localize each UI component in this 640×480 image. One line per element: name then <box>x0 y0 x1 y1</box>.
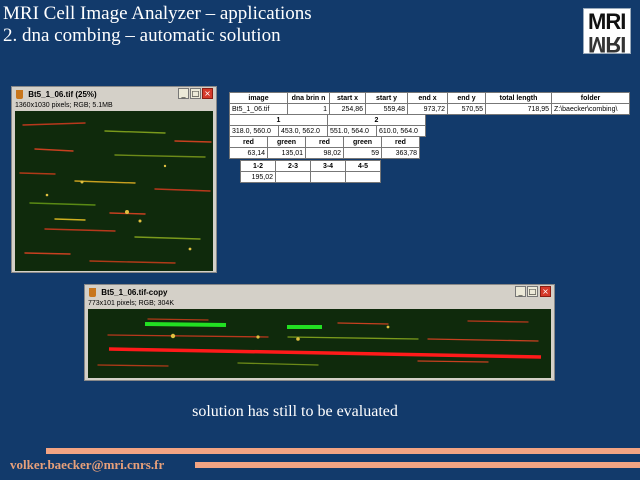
points-table: 1 2 318.0, 560.0 453.0, 562.0 551.0, 564… <box>229 114 426 137</box>
slide-title-line1: MRI Cell Image Analyzer – applications <box>3 3 312 24</box>
table-cell <box>310 171 346 183</box>
logo-reflection: MRI <box>588 32 626 54</box>
dna-fiber-segmentation-image <box>88 309 551 378</box>
close-icon[interactable]: × <box>202 88 213 99</box>
points-header-row: 1 2 <box>229 114 426 126</box>
header-cell: red <box>381 136 420 148</box>
table-cell: 318.0, 560.0 <box>229 125 279 137</box>
java-cup-icon <box>89 288 96 297</box>
window-titlebar[interactable]: Bt5_1_06.tif-copy <box>86 286 553 300</box>
table-cell: 453.0, 562.0 <box>278 125 328 137</box>
header-cell: 1 <box>229 114 328 126</box>
close-icon[interactable]: × <box>540 286 551 297</box>
segments-data-row: 63,14 135,01 98,02 59 363,78 <box>229 147 420 159</box>
results-data-row: Bt5_1_06.tif 1 254,86 559,48 973,72 570,… <box>229 103 630 115</box>
table-cell: 718,95 <box>485 103 552 115</box>
fluorescence-image-copy[interactable] <box>88 309 551 378</box>
segments-header-row: red green red green red <box>229 136 420 148</box>
header-cell: 2-3 <box>275 160 311 172</box>
table-cell: 973,72 <box>407 103 448 115</box>
table-cell: Z:\baecker\combing\ <box>551 103 630 115</box>
header-cell: end x <box>407 92 448 104</box>
footer-bar-bottom <box>195 462 640 468</box>
gaps-table: 1-2 2-3 3-4 4-5 195,02 <box>240 160 381 183</box>
header-cell: start y <box>365 92 408 104</box>
footer-bar-top <box>46 448 640 454</box>
table-cell: 363,78 <box>381 147 420 159</box>
header-cell: red <box>305 136 344 148</box>
header-cell: image <box>229 92 288 104</box>
header-cell: green <box>343 136 382 148</box>
points-data-row: 318.0, 560.0 453.0, 562.0 551.0, 564.0 6… <box>229 125 426 137</box>
window-title: Bt5_1_06.tif-copy <box>101 288 168 297</box>
table-cell: 1 <box>287 103 330 115</box>
header-cell: end y <box>447 92 486 104</box>
dna-fibers-image <box>15 111 213 271</box>
maximize-icon[interactable]: □ <box>527 286 538 297</box>
fluorescence-image[interactable] <box>15 111 213 271</box>
header-cell: 4-5 <box>345 160 381 172</box>
image-info: 1360x1030 pixels; RGB; 5.1MB <box>15 102 113 109</box>
table-cell: 59 <box>343 147 382 159</box>
table-cell: 254,86 <box>329 103 366 115</box>
header-cell: folder <box>551 92 630 104</box>
header-cell: dna brin n <box>287 92 330 104</box>
results-header-row: image dna brin n start x start y end x e… <box>229 92 630 104</box>
table-cell <box>275 171 311 183</box>
maximize-icon[interactable]: □ <box>190 88 201 99</box>
slide-title-line2: 2. dna combing – automatic solution <box>3 25 281 46</box>
image-info: 773x101 pixels; RGB; 304K <box>88 300 174 307</box>
segments-table: red green red green red 63,14 135,01 98,… <box>229 136 420 159</box>
image-window-copy[interactable]: Bt5_1_06.tif-copy _ □ × 773x101 pixels; … <box>84 284 555 381</box>
header-cell: 3-4 <box>310 160 346 172</box>
slide-caption: solution has still to be evaluated <box>192 403 398 420</box>
table-cell: 570,55 <box>447 103 486 115</box>
table-cell: Bt5_1_06.tif <box>229 103 288 115</box>
image-window-main[interactable]: Bt5_1_06.tif (25%) _ □ × 1360x1030 pixel… <box>11 86 217 273</box>
table-cell: 195,02 <box>240 171 276 183</box>
header-cell: green <box>267 136 306 148</box>
gaps-header-row: 1-2 2-3 3-4 4-5 <box>240 160 381 172</box>
header-cell: red <box>229 136 268 148</box>
minimize-icon[interactable]: _ <box>515 286 526 297</box>
table-cell: 135,01 <box>267 147 306 159</box>
table-cell: 559,48 <box>365 103 408 115</box>
author-email[interactable]: volker.baecker@mri.cnrs.fr <box>10 457 164 473</box>
header-cell: total length <box>485 92 552 104</box>
table-cell: 551.0, 564.0 <box>327 125 377 137</box>
gaps-data-row: 195,02 <box>240 171 381 183</box>
table-cell: 63,14 <box>229 147 268 159</box>
header-cell: start x <box>329 92 366 104</box>
results-table: image dna brin n start x start y end x e… <box>229 92 630 115</box>
table-cell: 610.0, 564.0 <box>376 125 426 137</box>
java-cup-icon <box>16 90 23 99</box>
header-cell: 2 <box>327 114 426 126</box>
window-title: Bt5_1_06.tif (25%) <box>28 90 97 99</box>
header-cell: 1-2 <box>240 160 276 172</box>
mri-logo: MRI MRI <box>583 8 631 54</box>
table-cell <box>345 171 381 183</box>
table-cell: 98,02 <box>305 147 344 159</box>
minimize-icon[interactable]: _ <box>178 88 189 99</box>
